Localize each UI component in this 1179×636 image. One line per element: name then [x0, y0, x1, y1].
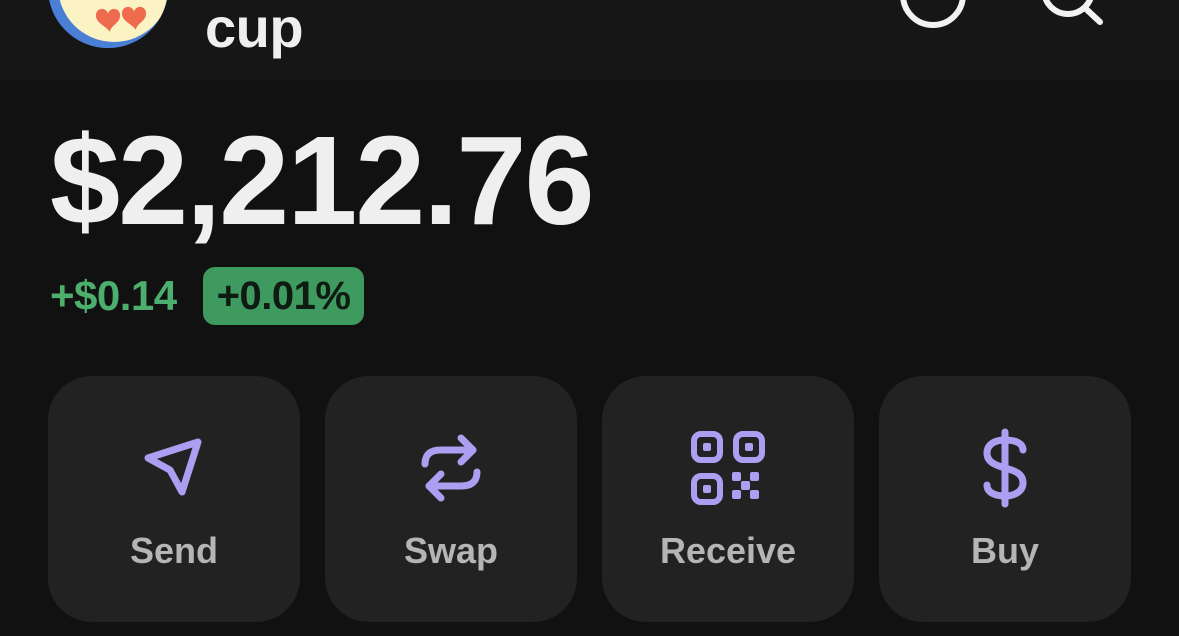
change-percent-badge: +0.01%	[202, 267, 365, 325]
qr-code-icon	[688, 428, 768, 508]
heart-eyes-emoji-icon	[48, 0, 168, 48]
account-name[interactable]: cup	[205, 0, 304, 60]
swap-arrows-icon	[411, 428, 491, 508]
balance-change-row: +$0.14 +0.01%	[50, 266, 365, 326]
portfolio-balance: $2,212.76	[50, 110, 595, 251]
action-buttons: Send Swap Receive Buy	[48, 376, 1132, 622]
change-amount: +$0.14	[50, 272, 177, 319]
swap-label: Swap	[403, 530, 499, 571]
buy-label: Buy	[970, 530, 1039, 571]
circle-icon[interactable]	[898, 0, 968, 30]
top-bar: cup	[0, 0, 1179, 80]
account-avatar[interactable]	[48, 0, 168, 48]
buy-button[interactable]: Buy	[879, 376, 1131, 622]
search-icon[interactable]	[1036, 0, 1106, 30]
receive-label: Receive	[659, 530, 797, 571]
paper-plane-icon	[134, 428, 214, 508]
send-label: Send	[129, 530, 218, 571]
receive-button[interactable]: Receive	[602, 376, 854, 622]
dollar-icon	[965, 428, 1045, 508]
swap-button[interactable]: Swap	[325, 376, 577, 622]
send-button[interactable]: Send	[48, 376, 300, 622]
